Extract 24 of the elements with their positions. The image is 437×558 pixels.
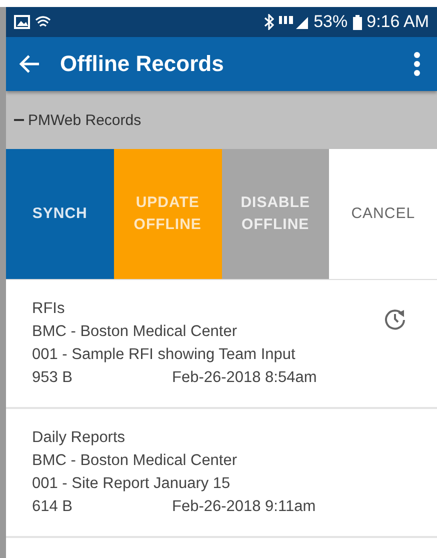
battery-percent: 53%: [314, 12, 348, 32]
clock-refresh-icon[interactable]: [384, 308, 406, 330]
record-module: RFIs: [32, 300, 66, 318]
menu-button[interactable]: [413, 51, 421, 77]
record-module: Daily Reports: [32, 429, 126, 447]
bluetooth-icon: [264, 14, 274, 30]
record-title: 001 - Site Report January 15: [32, 475, 232, 493]
battery-icon: [352, 14, 362, 30]
record-title: 001 - Sample RFI showing Team Input: [32, 346, 296, 364]
wifi-icon: [35, 15, 51, 29]
record-project: BMC - Boston Medical Center: [32, 452, 238, 470]
action-button[interactable]: SYNCH: [6, 149, 114, 279]
record-date: Feb-26-2018 8:54am: [172, 369, 317, 387]
record-date: Feb-26-2018 9:11am: [172, 498, 316, 516]
clock: 9:16 AM: [366, 12, 429, 32]
record-card[interactable]: Daily Reports BMC - Boston Medical Center 001 - Site Report January 15 614 B Feb-26-2018 9:11am: [6, 409, 437, 538]
screen-title: Offline Records: [60, 51, 225, 77]
record-size: 614 B: [32, 498, 74, 516]
signal-icon: [278, 14, 309, 30]
image-icon: [14, 15, 30, 29]
record-card[interactable]: RFIs BMC - Boston Medical Center 001 - Sample RFI showing Team Input 953 B Feb-26-2018 8:54am: [6, 280, 437, 409]
record-project: BMC - Boston Medical Center: [32, 323, 238, 341]
section-header[interactable]: PMWeb Records: [6, 91, 437, 149]
record-size: 953 B: [32, 369, 74, 387]
